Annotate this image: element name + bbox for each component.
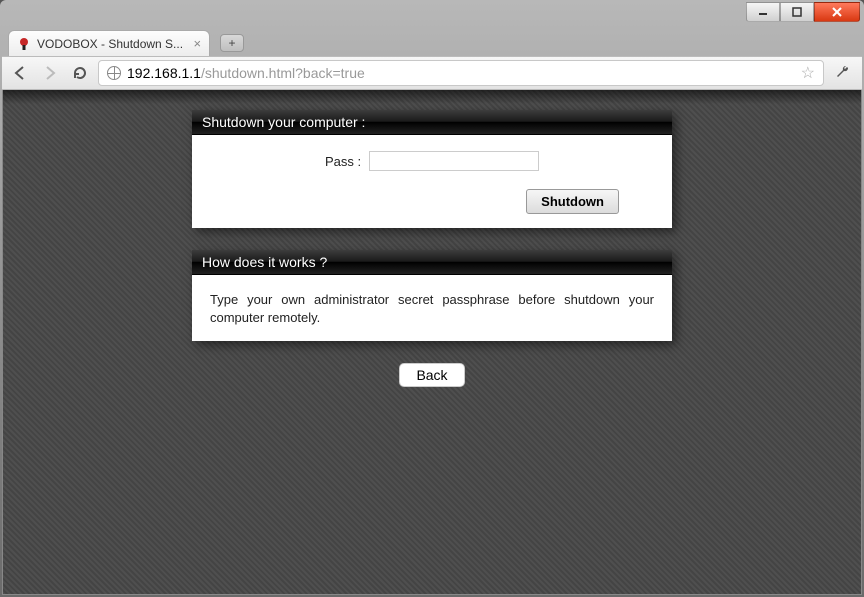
reload-icon [72,65,88,81]
favicon-icon [17,37,31,51]
shutdown-panel-title: Shutdown your computer : [192,110,672,135]
window-close-button[interactable] [814,2,860,22]
bookmark-star-icon[interactable]: ☆ [801,63,815,83]
help-panel-title: How does it works ? [192,250,672,275]
back-nav-button[interactable] [8,61,32,85]
minimize-icon [758,7,768,17]
arrow-right-icon [42,65,58,81]
tab-strip: VODOBOX - Shutdown S... × + [2,26,862,56]
window-titlebar [2,2,862,26]
plus-icon: + [229,36,236,50]
back-button[interactable]: Back [399,363,464,387]
shutdown-panel: Shutdown your computer : Pass : Shutdown [192,110,672,228]
forward-nav-button[interactable] [38,61,62,85]
help-text: Type your own administrator secret passp… [210,291,654,327]
url-path: /shutdown.html?back=true [201,65,365,81]
wrench-icon [834,64,852,82]
address-bar[interactable]: 192.168.1.1/shutdown.html?back=true ☆ [98,60,824,86]
reload-button[interactable] [68,61,92,85]
window-frame: VODOBOX - Shutdown S... × + 192.168.1.1/… [0,0,864,597]
window-maximize-button[interactable] [780,2,814,22]
settings-menu-button[interactable] [830,60,856,86]
tab-title: VODOBOX - Shutdown S... [37,37,183,51]
arrow-left-icon [12,65,28,81]
close-icon [831,6,843,18]
shutdown-button[interactable]: Shutdown [526,189,619,214]
page-content: Shutdown your computer : Pass : Shutdown… [2,90,862,595]
globe-icon [107,66,121,80]
browser-toolbar: 192.168.1.1/shutdown.html?back=true ☆ [2,56,862,90]
pass-input[interactable] [369,151,539,171]
browser-tab[interactable]: VODOBOX - Shutdown S... × [8,30,210,56]
url-host: 192.168.1.1 [127,65,201,81]
tab-close-icon[interactable]: × [193,36,201,51]
window-minimize-button[interactable] [746,2,780,22]
pass-label: Pass : [325,154,361,169]
maximize-icon [792,7,802,17]
help-panel: How does it works ? Type your own admini… [192,250,672,341]
new-tab-button[interactable]: + [220,34,244,52]
